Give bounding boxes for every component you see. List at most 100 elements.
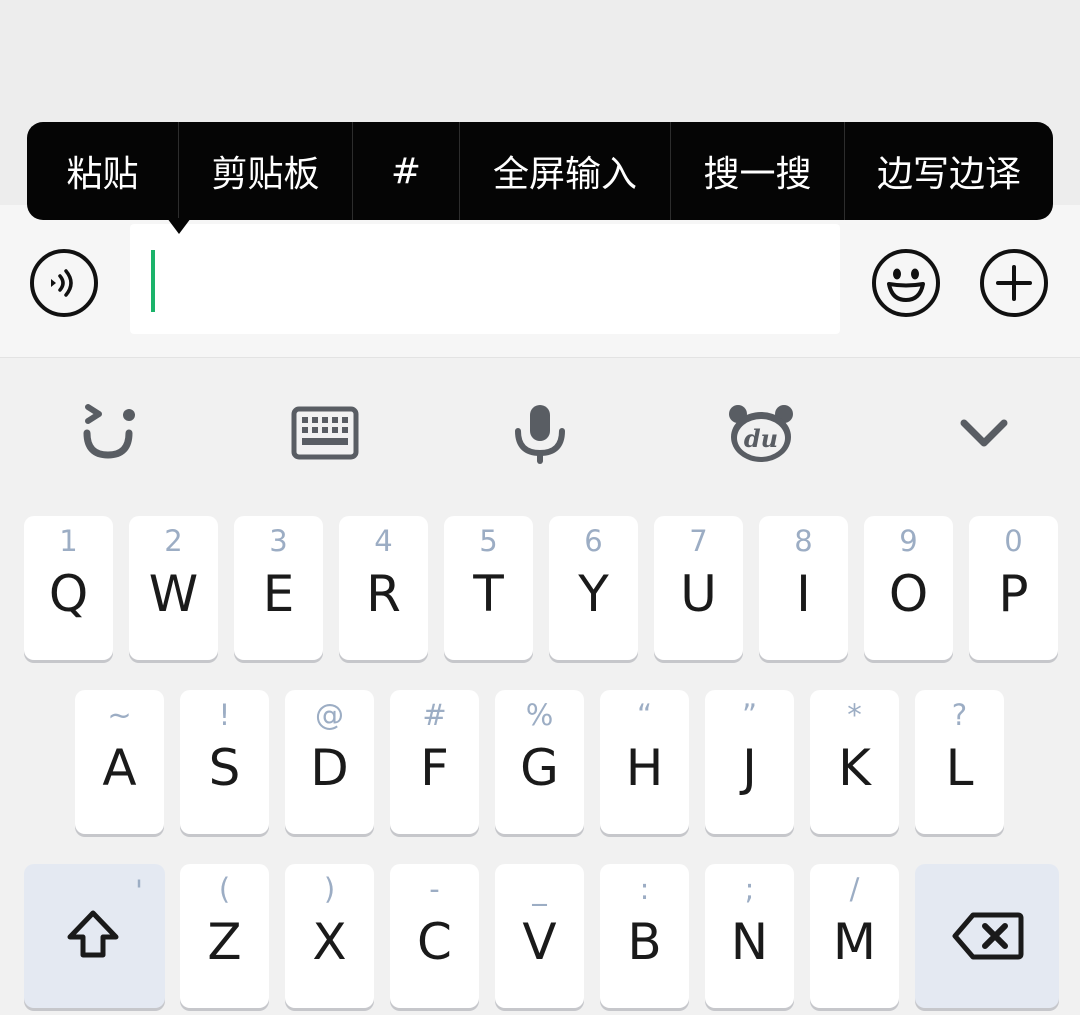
- key-label: J: [742, 739, 757, 797]
- key-label: S: [208, 739, 241, 797]
- key-c[interactable]: -C: [390, 864, 479, 1008]
- key-hint: 0: [1004, 524, 1023, 558]
- key-hint: ”: [741, 698, 758, 732]
- key-label: P: [998, 565, 1029, 623]
- key-label: X: [312, 913, 347, 971]
- key-q[interactable]: 1Q: [24, 516, 113, 660]
- key-e[interactable]: 3E: [234, 516, 323, 660]
- key-label: Z: [207, 913, 242, 971]
- key-label: R: [366, 565, 401, 623]
- shift-arrow-icon: [67, 910, 119, 958]
- menu-item-paste[interactable]: 粘贴: [27, 122, 178, 220]
- backspace-icon: [952, 912, 1024, 960]
- key-hint: ?: [951, 698, 968, 732]
- key-i[interactable]: 8I: [759, 516, 848, 660]
- key-u[interactable]: 7U: [654, 516, 743, 660]
- smile-icon: [887, 268, 925, 302]
- key-hint: 8: [794, 524, 813, 558]
- key-hint: /: [849, 872, 860, 906]
- message-input[interactable]: [130, 224, 840, 334]
- chevron-down-icon[interactable]: [944, 398, 1024, 468]
- key-label: F: [420, 739, 449, 797]
- key-f[interactable]: # F: [390, 690, 479, 834]
- key-label: C: [417, 913, 452, 971]
- key-r[interactable]: 4R: [339, 516, 428, 660]
- key-l[interactable]: ? L: [915, 690, 1004, 834]
- key-label: H: [625, 739, 664, 797]
- key-label: N: [730, 913, 769, 971]
- plus-icon: [996, 265, 1032, 301]
- context-menu: 粘贴 剪贴板 # 全屏输入 搜一搜 边写边译: [27, 122, 1053, 234]
- key-hint: -: [429, 872, 440, 906]
- key-label: I: [796, 565, 811, 623]
- key-hint: :: [639, 872, 650, 906]
- key-t[interactable]: 5T: [444, 516, 533, 660]
- wink-face-icon[interactable]: [68, 398, 148, 468]
- key-p[interactable]: 0P: [969, 516, 1058, 660]
- key-hint: %: [525, 698, 554, 732]
- keyboard-icon[interactable]: [285, 398, 365, 468]
- du-bear-icon[interactable]: du: [721, 398, 801, 468]
- key-hint: 3: [269, 524, 288, 558]
- key-hint: @: [315, 698, 344, 732]
- key-label: K: [838, 739, 871, 797]
- key-hint: !: [218, 698, 231, 732]
- key-label: B: [627, 913, 662, 971]
- key-label: W: [148, 565, 199, 623]
- menu-item-fullscreen-input[interactable]: 全屏输入: [459, 122, 670, 220]
- key-a[interactable]: ~ A: [75, 690, 164, 834]
- key-m[interactable]: / M: [810, 864, 899, 1008]
- key-hint: _: [532, 872, 547, 906]
- backspace-key[interactable]: [915, 864, 1059, 1008]
- key-o[interactable]: 9O: [864, 516, 953, 660]
- key-hint: *: [847, 698, 862, 732]
- key-w[interactable]: 2W: [129, 516, 218, 660]
- key-hint: 1: [59, 524, 78, 558]
- menu-item-search[interactable]: 搜一搜: [670, 122, 844, 220]
- key-z[interactable]: (Z: [180, 864, 269, 1008]
- menu-item-translate-while-typing[interactable]: 边写边译: [844, 122, 1053, 220]
- key-label: Q: [48, 565, 89, 623]
- key-hint: ': [135, 874, 143, 908]
- key-hint: ;: [744, 872, 755, 906]
- key-label: V: [522, 913, 557, 971]
- more-button[interactable]: [980, 249, 1048, 317]
- key-label: G: [520, 739, 559, 797]
- du-logo-text: du: [744, 424, 778, 453]
- key-label: D: [310, 739, 349, 797]
- key-label: T: [473, 565, 504, 623]
- key-hint: (: [218, 872, 231, 906]
- key-label: E: [262, 565, 295, 623]
- key-label: O: [888, 565, 929, 623]
- key-hint: ~: [107, 698, 132, 732]
- key-k[interactable]: * K: [810, 690, 899, 834]
- key-hint: 5: [479, 524, 498, 558]
- context-menu-pointer: [167, 218, 191, 234]
- key-b[interactable]: :B: [600, 864, 689, 1008]
- menu-item-hashtag[interactable]: #: [352, 122, 459, 220]
- key-d[interactable]: @ D: [285, 690, 374, 834]
- key-hint: 9: [899, 524, 918, 558]
- voice-input-button[interactable]: [30, 249, 98, 317]
- key-label: U: [680, 565, 717, 623]
- key-label: A: [102, 739, 137, 797]
- key-n[interactable]: ; N: [705, 864, 794, 1008]
- key-label: L: [945, 739, 974, 797]
- voice-wave-icon: [51, 269, 73, 297]
- key-y[interactable]: 6Y: [549, 516, 638, 660]
- menu-item-clipboard[interactable]: 剪贴板: [178, 122, 352, 220]
- key-hint: 2: [164, 524, 183, 558]
- microphone-icon[interactable]: [500, 398, 580, 468]
- key-x[interactable]: ) X: [285, 864, 374, 1008]
- key-s[interactable]: ! S: [180, 690, 269, 834]
- key-hint: 6: [584, 524, 603, 558]
- shift-key[interactable]: ': [24, 864, 165, 1008]
- emoji-button[interactable]: [872, 249, 940, 317]
- key-v[interactable]: _ V: [495, 864, 584, 1008]
- key-h[interactable]: “H: [600, 690, 689, 834]
- key-hint: ): [323, 872, 336, 906]
- text-caret: [151, 250, 155, 312]
- key-g[interactable]: % G: [495, 690, 584, 834]
- key-j[interactable]: ” J: [705, 690, 794, 834]
- key-hint: 7: [689, 524, 708, 558]
